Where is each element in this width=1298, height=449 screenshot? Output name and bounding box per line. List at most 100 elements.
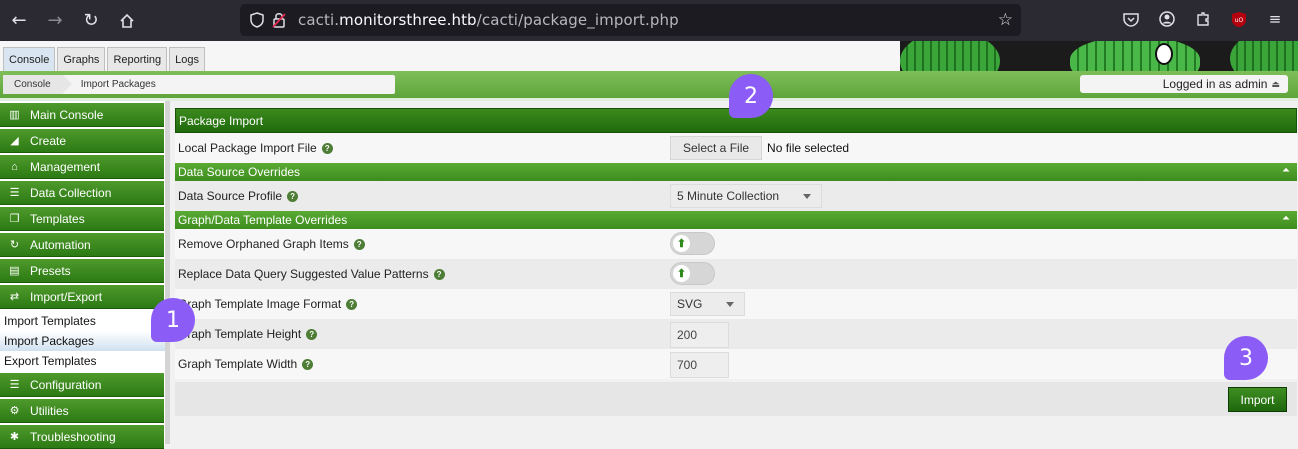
sidebar-item-troubleshooting[interactable]: ✱ Troubleshooting (0, 425, 164, 449)
url-bar[interactable]: cacti.monitorsthree.htb/cacti/package_im… (240, 4, 1021, 36)
collapse-icon[interactable]: ⏶ (1282, 213, 1290, 224)
extensions-icon[interactable] (1192, 7, 1214, 31)
help-icon[interactable]: ? (287, 190, 299, 202)
annotation-marker: 2 (729, 74, 773, 118)
import-file-label: Local Package Import File (178, 141, 317, 155)
sidebar-item-presets[interactable]: ▤ Presets (0, 259, 164, 283)
select-file-button[interactable]: Select a File (670, 136, 763, 160)
tab-bar: Console Graphs Reporting Logs (3, 47, 205, 71)
help-icon[interactable]: ? (302, 358, 314, 370)
sidebar-item-templates[interactable]: ❐ Templates (0, 207, 164, 231)
sidebar-subitem-import-packages[interactable]: Import Packages (0, 331, 165, 351)
select-value: SVG (677, 297, 703, 311)
home-icon: ⌂ (11, 160, 18, 173)
breadcrumb: Console Import Packages (3, 75, 395, 94)
cactus-graphic (1070, 41, 1200, 71)
reload-icon[interactable]: ↻ (74, 4, 108, 38)
sidebar-item-create[interactable]: ◢ Create (0, 129, 164, 153)
help-icon[interactable]: ? (433, 268, 445, 280)
toggle-field: ⬆ (670, 262, 715, 285)
sidebar-item-label: Management (30, 159, 101, 174)
ds-profile-field: 5 Minute Collection (670, 184, 822, 208)
field-label: Local Package Import File? (175, 141, 333, 155)
field-label: Replace Data Query Suggested Value Patte… (175, 267, 445, 281)
form-row-remove-orphaned: Remove Orphaned Graph Items? ⬆ (175, 229, 1297, 259)
field-label: Data Source Profile? (175, 189, 299, 203)
sidebar-item-label: Automation (30, 237, 91, 252)
ds-profile-label: Data Source Profile (178, 189, 283, 203)
cacti-header: Console Graphs Reporting Logs (0, 41, 1298, 71)
tab-reporting[interactable]: Reporting (107, 47, 168, 71)
sidebar-item-import-export[interactable]: ⇄ Import/Export (0, 285, 164, 309)
replace-patterns-toggle[interactable]: ⬆ (670, 262, 715, 285)
template-width-input[interactable]: 700 (670, 352, 729, 378)
select-value: 5 Minute Collection (677, 189, 780, 203)
sidebar-item-utilities[interactable]: ⚙ Utilities (0, 399, 164, 423)
form-row-template-height: Graph Template Height? 200 (175, 319, 1297, 349)
tab-logs[interactable]: Logs (169, 47, 205, 71)
data-source-profile-select[interactable]: 5 Minute Collection (670, 184, 822, 208)
menu-icon[interactable]: ≡ (1264, 7, 1286, 31)
template-width-label: Graph Template Width (178, 357, 298, 371)
sidebar-item-data-collection[interactable]: ☰ Data Collection (0, 181, 164, 205)
sidebar-item-configuration[interactable]: ☰ Configuration (0, 373, 164, 397)
field-label: Graph Template Height? (175, 327, 318, 341)
section-header-graph-template-overrides: Graph/Data Template Overrides ⏶ (175, 211, 1297, 229)
sidebar-item-label: Troubleshooting (30, 429, 116, 444)
map-icon: ▥ (9, 109, 20, 121)
sidebar-item-main-console[interactable]: ▥ Main Console (0, 103, 164, 127)
cactus-eye (1155, 43, 1173, 65)
svg-text:uO: uO (1235, 17, 1244, 24)
sidebar-item-label: Presets (30, 263, 71, 278)
swap-icon: ⇄ (9, 291, 20, 303)
template-height-input[interactable]: 200 (670, 322, 729, 348)
remove-orphaned-toggle[interactable]: ⬆ (670, 232, 715, 255)
toggle-field: ⬆ (670, 232, 715, 255)
box-icon: ▤ (9, 265, 20, 277)
breadcrumb-console[interactable]: Console (3, 75, 72, 94)
replace-patterns-label: Replace Data Query Suggested Value Patte… (178, 267, 429, 281)
url-text: cacti.monitorsthree.htb/cacti/package_im… (298, 11, 679, 29)
sidebar-item-management[interactable]: ⌂ Management (0, 155, 164, 179)
ublock-icon[interactable]: uO (1228, 7, 1250, 31)
package-import-form: Package Import Local Package Import File… (175, 108, 1297, 416)
help-icon[interactable]: ? (346, 298, 358, 310)
section-title: Graph/Data Template Overrides (178, 213, 348, 227)
help-icon[interactable]: ? (306, 328, 318, 340)
bookmark-star-icon[interactable]: ☆ (998, 10, 1013, 30)
help-icon[interactable]: ? (321, 142, 333, 154)
form-actions: Import (175, 382, 1297, 416)
tab-console[interactable]: Console (3, 47, 56, 71)
pocket-icon[interactable] (1120, 7, 1142, 31)
sidebar-item-automation[interactable]: ↻ Automation (0, 233, 164, 257)
form-row-ds-profile: Data Source Profile? 5 Minute Collection (175, 181, 1297, 211)
sidebar-resize-handle[interactable] (165, 101, 170, 444)
field-label: Remove Orphaned Graph Items? (175, 237, 365, 251)
sidebar-item-label: Data Collection (30, 185, 112, 200)
tab-graphs[interactable]: Graphs (57, 47, 106, 71)
sidebar-item-label: Templates (30, 211, 85, 226)
sidebar-subitem-export-templates[interactable]: Export Templates (0, 351, 165, 371)
form-row-image-format: Graph Template Image Format? SVG (175, 289, 1297, 319)
account-icon[interactable] (1156, 7, 1178, 31)
image-format-select[interactable]: SVG (670, 292, 745, 316)
divider (0, 98, 1298, 101)
back-icon[interactable]: ← (2, 4, 36, 38)
url-path: /cacti/package_import.php (476, 11, 679, 29)
insecure-lock-icon[interactable] (270, 11, 288, 29)
chevron-down-icon (726, 302, 734, 307)
shield-icon[interactable] (248, 11, 266, 29)
annotation-marker: 1 (151, 298, 195, 342)
eject-icon: ⏏ (1271, 78, 1280, 89)
sidebar-subitem-import-templates[interactable]: Import Templates (0, 311, 165, 331)
collapse-icon[interactable]: ⏶ (1282, 165, 1290, 176)
breadcrumb-import-packages: Import Packages (80, 79, 156, 90)
home-icon[interactable] (110, 4, 144, 38)
help-icon[interactable]: ? (353, 238, 365, 250)
user-menu[interactable]: Logged in as admin ⏏ (1080, 75, 1288, 93)
sidebar: ▥ Main Console ◢ Create ⌂ Management ☰ Data … (0, 101, 165, 449)
import-button[interactable]: Import (1228, 387, 1287, 412)
forward-icon[interactable]: → (38, 4, 72, 38)
field-label: Graph Template Image Format? (175, 297, 358, 311)
sidebar-item-label: Import/Export (30, 289, 103, 304)
